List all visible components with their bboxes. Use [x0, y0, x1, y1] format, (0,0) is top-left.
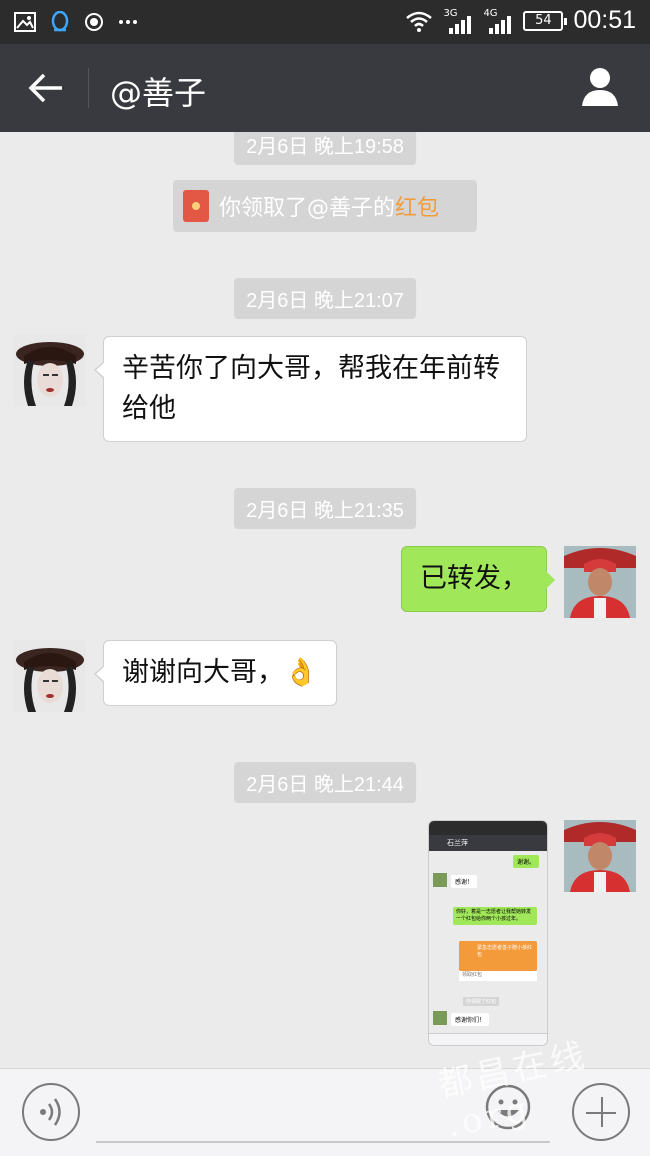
- status-bar: 3G 4G 54 00:51: [0, 0, 650, 44]
- chat-area[interactable]: 2月6日 晚上19:58 你领取了@善子的 红包 2月6日 晚上21:07 辛苦…: [0, 132, 650, 1068]
- voice-waves-icon: [40, 1098, 61, 1126]
- timestamp: 2月6日 晚上19:58: [234, 132, 416, 165]
- signal-icon: 3G: [443, 8, 473, 34]
- image-message[interactable]: 石兰萍 谢谢。 感谢！ 你好，着是一志愿者让我帮她转发一个红包给你两个小孩过年。…: [428, 820, 548, 1046]
- red-packet-icon: [183, 190, 209, 222]
- title-divider: [88, 68, 89, 108]
- message-bubble-incoming[interactable]: 辛苦你了向大哥，帮我在年前转给他: [94, 336, 527, 442]
- person-icon[interactable]: [580, 66, 620, 108]
- thumb-system-notice: 你领取了红包: [463, 997, 500, 1006]
- chat-title: @善子: [110, 74, 207, 112]
- thumb-avatar: [433, 873, 447, 887]
- avatar[interactable]: [564, 546, 636, 618]
- voice-icon[interactable]: [22, 1083, 80, 1141]
- wifi-icon: [406, 11, 433, 32]
- qq-icon: [51, 11, 69, 32]
- timestamp: 2月6日 晚上21:07: [234, 278, 416, 319]
- thumb-message: 谢谢。: [513, 855, 540, 868]
- avatar[interactable]: [564, 820, 636, 892]
- system-notice: 你领取了@善子的 红包: [173, 180, 477, 232]
- more-icon: [119, 20, 137, 24]
- thumb-red-packet-footer: 领取红包: [459, 971, 537, 981]
- message-text: 已转发，: [420, 563, 528, 594]
- status-time: 00:51: [573, 6, 636, 34]
- battery-level: 54: [535, 12, 552, 28]
- record-icon: [85, 13, 103, 31]
- timestamp: 2月6日 晚上21:35: [234, 488, 416, 529]
- avatar-girl-image: [14, 640, 86, 712]
- message-text: 谢谢向大哥，👌: [122, 657, 318, 688]
- thumb-statusbar: [429, 821, 547, 835]
- thumb-message: 感谢你们！: [451, 1013, 490, 1026]
- thumb-title: 石兰萍: [429, 835, 547, 851]
- avatar[interactable]: [14, 640, 86, 712]
- status-left-icons: [14, 11, 138, 33]
- image-icon: [14, 12, 36, 32]
- thumb-message: 你好，着是一志愿者让我帮她转发一个红包给你两个小孩过年。: [453, 907, 537, 925]
- avatar-volunteer-image: [564, 546, 636, 618]
- message-input[interactable]: [96, 1141, 550, 1143]
- avatar-girl-image: [14, 334, 86, 406]
- battery-icon: 54: [523, 10, 568, 31]
- status-right-icons: 3G 4G 54 00:51: [405, 6, 636, 35]
- signal-icon-2: 4G: [483, 8, 513, 34]
- system-notice-text: 你领取了@善子的: [219, 196, 396, 221]
- arrow-left-icon[interactable]: [26, 70, 66, 106]
- title-bar: @善子: [0, 44, 650, 132]
- timestamp: 2月6日 晚上21:44: [234, 762, 416, 803]
- thumb-red-packet: 紧急志愿者善子赠小孩红包: [459, 941, 537, 971]
- avatar-volunteer-image: [564, 820, 636, 892]
- message-text: 辛苦你了向大哥，帮我在年前转给他: [122, 353, 500, 424]
- thumb-red-packet-text: 紧急志愿者善子赠小孩红包: [477, 945, 533, 958]
- thumb-message: 感谢！: [451, 875, 478, 888]
- avatar[interactable]: [14, 334, 86, 406]
- thumb-avatar: [433, 1011, 447, 1025]
- red-packet-link[interactable]: 红包: [395, 190, 439, 222]
- message-bubble-outgoing[interactable]: 已转发，: [401, 546, 555, 612]
- message-bubble-incoming[interactable]: 谢谢向大哥，👌: [94, 640, 337, 706]
